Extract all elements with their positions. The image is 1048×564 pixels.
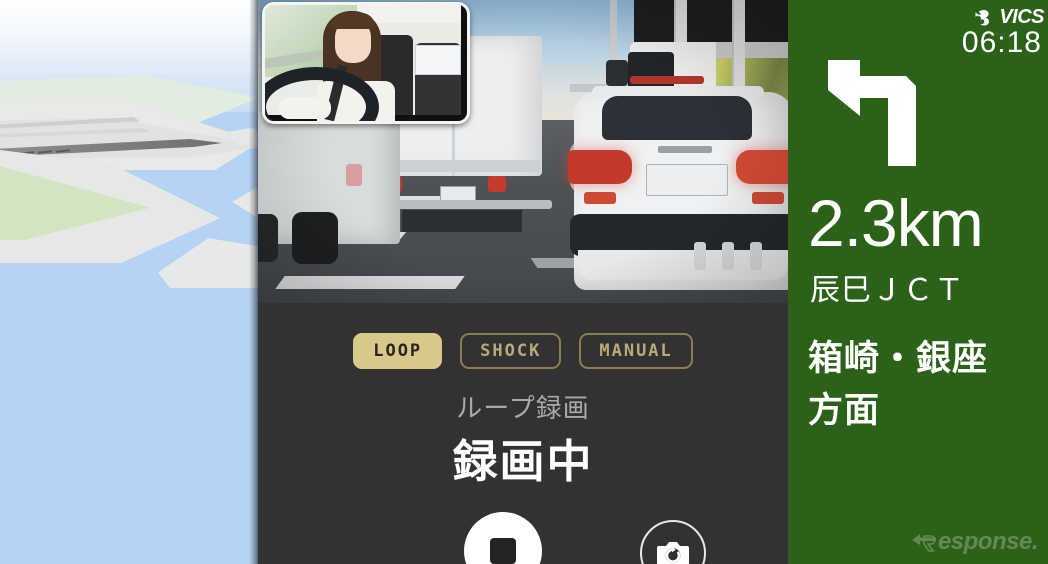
mode-button-manual[interactable]: MANUAL — [579, 333, 693, 369]
pip-driver-fringe — [331, 13, 375, 29]
direction-line-1: 箱崎・銀座 — [808, 339, 989, 378]
dashcam-panel: LOOP SHOCK MANUAL ループ録画 録画中 — [258, 0, 788, 564]
response-watermark-text: esponse. — [937, 528, 1039, 555]
dashcam-navigation-screen: LOOP SHOCK MANUAL ループ録画 録画中 VICS 06:18 2… — [0, 0, 1048, 564]
vics-leaf-icon — [975, 9, 990, 25]
navigation-guidance-sign: VICS 06:18 2.3km 辰巳ＪＣＴ 箱崎・銀座 方面 esponse. — [788, 0, 1048, 564]
junction-name: 辰巳ＪＣＴ — [810, 274, 965, 307]
mode-button-shock[interactable]: SHOCK — [460, 333, 562, 369]
recording-mode-selector: LOOP SHOCK MANUAL — [258, 332, 788, 370]
cabin-camera-pip[interactable] — [262, 2, 470, 124]
switch-camera-icon — [657, 542, 689, 564]
map-sky — [0, 0, 258, 78]
distance-to-junction: 2.3km — [808, 186, 984, 260]
direction-line-2: 方面 — [808, 391, 881, 430]
stop-square-icon — [490, 538, 516, 564]
clock-display: 06:18 — [961, 26, 1042, 59]
navigation-map[interactable] — [0, 0, 258, 564]
mode-button-loop[interactable]: LOOP — [353, 333, 443, 369]
map-edge-shadow — [249, 0, 258, 564]
response-watermark: esponse. — [911, 528, 1039, 556]
front-camera-video[interactable] — [258, 0, 788, 303]
stop-recording-button[interactable] — [464, 512, 542, 564]
switch-camera-button[interactable] — [640, 520, 706, 564]
pip-rear-sunshade — [415, 45, 461, 75]
recording-mode-label: ループ録画 — [456, 393, 590, 423]
response-arrow-r-icon — [911, 534, 936, 552]
pip-frame-inner — [265, 5, 461, 121]
recording-status-label: 録画中 — [452, 436, 594, 487]
dashcam-controls — [258, 512, 788, 564]
turn-left-exit-arrow-icon — [816, 52, 932, 170]
